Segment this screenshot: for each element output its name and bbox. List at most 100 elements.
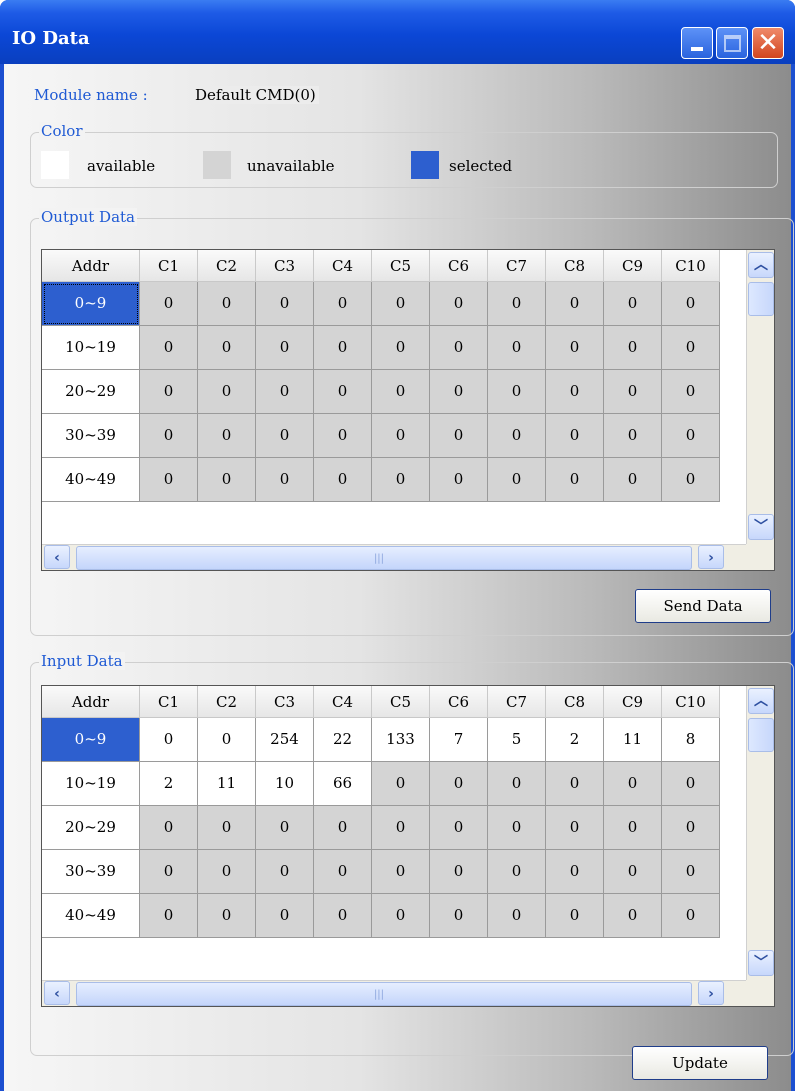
data-cell[interactable]: 0 — [314, 894, 372, 938]
data-cell[interactable]: 0 — [488, 894, 546, 938]
data-cell[interactable]: 0 — [198, 282, 256, 326]
data-cell[interactable]: 0 — [604, 762, 662, 806]
data-cell[interactable]: 0 — [546, 894, 604, 938]
data-cell[interactable]: 0 — [256, 806, 314, 850]
column-header-c4[interactable]: C4 — [314, 250, 372, 282]
data-cell[interactable]: 0 — [314, 806, 372, 850]
data-cell[interactable]: 0 — [662, 894, 720, 938]
data-cell[interactable]: 0 — [604, 894, 662, 938]
data-cell[interactable]: 0 — [256, 370, 314, 414]
data-cell[interactable]: 0 — [546, 414, 604, 458]
scroll-right-button[interactable]: › — [698, 545, 724, 569]
data-cell[interactable]: 0 — [662, 326, 720, 370]
data-cell[interactable]: 0 — [430, 326, 488, 370]
data-cell[interactable]: 0 — [662, 414, 720, 458]
data-cell[interactable]: 11 — [604, 718, 662, 762]
data-cell[interactable]: 0 — [314, 370, 372, 414]
data-cell[interactable]: 0 — [488, 282, 546, 326]
input-data-grid[interactable]: Addr C1 C2 C3 C4 C5 C6 C7 C8 C9 C10 0~9 0 0 254 22 133 7 5… — [41, 685, 775, 1007]
data-cell[interactable]: 0 — [372, 370, 430, 414]
data-cell[interactable]: 0 — [198, 458, 256, 502]
scroll-down-button[interactable]: ﹀ — [748, 950, 774, 976]
data-cell[interactable]: 0 — [140, 326, 198, 370]
maximize-button[interactable] — [716, 27, 748, 59]
data-cell[interactable]: 10 — [256, 762, 314, 806]
row-address-cell[interactable]: 20~29 — [42, 806, 140, 850]
horizontal-scrollbar[interactable]: ‹ ||| › — [42, 980, 746, 1006]
data-cell[interactable]: 5 — [488, 718, 546, 762]
data-cell[interactable]: 0 — [604, 326, 662, 370]
data-cell[interactable]: 0 — [256, 282, 314, 326]
data-cell[interactable]: 0 — [488, 806, 546, 850]
data-cell[interactable]: 0 — [662, 850, 720, 894]
data-cell[interactable]: 0 — [314, 414, 372, 458]
column-header-c8[interactable]: C8 — [546, 686, 604, 718]
scroll-right-button[interactable]: › — [698, 981, 724, 1005]
data-cell[interactable]: 0 — [372, 414, 430, 458]
data-cell[interactable]: 0 — [604, 370, 662, 414]
data-cell[interactable]: 0 — [488, 414, 546, 458]
row-address-cell[interactable]: 30~39 — [42, 414, 140, 458]
data-cell[interactable]: 0 — [140, 718, 198, 762]
data-cell[interactable]: 0 — [604, 850, 662, 894]
scroll-left-button[interactable]: ‹ — [44, 545, 70, 569]
data-cell[interactable]: 0 — [256, 458, 314, 502]
column-header-c5[interactable]: C5 — [372, 686, 430, 718]
vertical-scroll-thumb[interactable] — [748, 718, 774, 752]
data-cell[interactable]: 0 — [140, 370, 198, 414]
data-cell[interactable]: 0 — [546, 458, 604, 502]
horizontal-scrollbar[interactable]: ‹ ||| › — [42, 544, 746, 570]
data-cell[interactable]: 0 — [488, 458, 546, 502]
data-cell[interactable]: 0 — [256, 326, 314, 370]
data-cell[interactable]: 0 — [140, 282, 198, 326]
data-cell[interactable]: 0 — [198, 850, 256, 894]
output-data-grid[interactable]: Addr C1 C2 C3 C4 C5 C6 C7 C8 C9 C10 0~9 0 0 0 0 0 0 0 0 0 0 10… — [41, 249, 775, 571]
scroll-left-button[interactable]: ‹ — [44, 981, 70, 1005]
row-address-cell[interactable]: 0~9 — [42, 718, 140, 762]
data-cell[interactable]: 2 — [140, 762, 198, 806]
data-cell[interactable]: 0 — [430, 894, 488, 938]
data-cell[interactable]: 0 — [662, 370, 720, 414]
column-header-addr[interactable]: Addr — [42, 686, 140, 718]
column-header-c8[interactable]: C8 — [546, 250, 604, 282]
data-cell[interactable]: 0 — [140, 806, 198, 850]
data-cell[interactable]: 0 — [430, 370, 488, 414]
data-cell[interactable]: 0 — [546, 762, 604, 806]
data-cell[interactable]: 0 — [372, 282, 430, 326]
column-header-c2[interactable]: C2 — [198, 250, 256, 282]
data-cell[interactable]: 0 — [546, 282, 604, 326]
column-header-c10[interactable]: C10 — [662, 686, 720, 718]
row-address-cell[interactable]: 20~29 — [42, 370, 140, 414]
data-cell[interactable]: 0 — [256, 894, 314, 938]
scroll-down-button[interactable]: ﹀ — [748, 514, 774, 540]
data-cell[interactable]: 0 — [546, 850, 604, 894]
row-address-cell[interactable]: 0~9 — [42, 282, 140, 326]
data-cell[interactable]: 7 — [430, 718, 488, 762]
data-cell[interactable]: 0 — [604, 414, 662, 458]
data-cell[interactable]: 11 — [198, 762, 256, 806]
data-cell[interactable]: 0 — [372, 762, 430, 806]
data-cell[interactable]: 0 — [140, 414, 198, 458]
data-cell[interactable]: 0 — [488, 326, 546, 370]
data-cell[interactable]: 0 — [546, 370, 604, 414]
minimize-button[interactable] — [681, 27, 713, 59]
row-address-cell[interactable]: 30~39 — [42, 850, 140, 894]
column-header-c9[interactable]: C9 — [604, 686, 662, 718]
column-header-c5[interactable]: C5 — [372, 250, 430, 282]
title-bar[interactable]: IO Data ✕ — [0, 0, 795, 64]
data-cell[interactable]: 0 — [488, 850, 546, 894]
data-cell[interactable]: 0 — [314, 326, 372, 370]
data-cell[interactable]: 133 — [372, 718, 430, 762]
column-header-c1[interactable]: C1 — [140, 250, 198, 282]
data-cell[interactable]: 0 — [372, 850, 430, 894]
data-cell[interactable]: 0 — [314, 282, 372, 326]
data-cell[interactable]: 0 — [140, 458, 198, 502]
data-cell[interactable]: 22 — [314, 718, 372, 762]
data-cell[interactable]: 8 — [662, 718, 720, 762]
data-cell[interactable]: 0 — [140, 894, 198, 938]
column-header-c10[interactable]: C10 — [662, 250, 720, 282]
column-header-c6[interactable]: C6 — [430, 686, 488, 718]
column-header-c3[interactable]: C3 — [256, 686, 314, 718]
data-cell[interactable]: 0 — [372, 806, 430, 850]
data-cell[interactable]: 254 — [256, 718, 314, 762]
